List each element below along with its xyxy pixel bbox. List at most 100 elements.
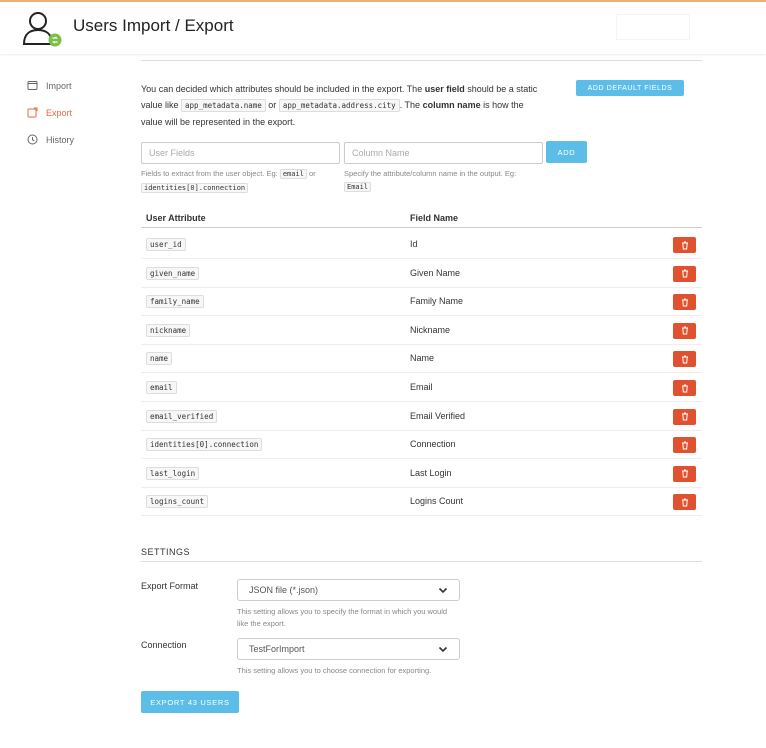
table-row: name Name [141,344,702,374]
connection-select[interactable]: TestForImport [237,638,460,660]
trash-icon [681,412,689,421]
settings-divider [141,561,702,562]
trash-icon [681,469,689,478]
field-name-text: Nickname [410,324,451,335]
chevron-down-icon [438,644,448,654]
field-name-text: Id [410,239,418,249]
trash-icon [681,269,689,278]
chevron-down-icon [438,585,448,595]
sidebar: Import Export History [26,72,74,153]
intro-bold-column-name: column name [422,100,481,110]
user-attribute-code: email_verified [146,409,218,423]
field-name-text: Name [410,353,435,364]
field-name-text: Last Login [410,467,452,478]
delete-field-button[interactable] [673,322,696,339]
sidebar-item-label: Import [46,80,72,91]
export-format-select[interactable]: JSON file (*.json) [237,579,460,601]
header-placeholder-box [616,14,690,40]
add-default-fields-button[interactable]: ADD DEFAULT FIELDS [576,80,684,96]
export-format-label: Export Format [141,581,199,591]
user-fields-help: Fields to extract from the user object. … [141,167,319,195]
export-icon [26,107,38,119]
user-attribute-code: user_id [146,238,186,251]
app-header: Users Import / Export [0,2,766,54]
help-text: Fields to extract from the user object. … [141,169,278,178]
column-header-field-name: Field Name [410,213,459,223]
table-row: given_name Given Name [141,259,702,288]
delete-field-button[interactable] [673,265,696,282]
field-name-text: Email Verified [410,410,466,421]
field-name-text: Connection [410,439,456,450]
column-name-input[interactable]: Column Name [344,142,543,164]
table-row: email Email [141,373,702,402]
connection-help: This setting allows you to choose connec… [237,666,432,675]
column-name-help: Specify the attribute/column name in the… [344,167,544,194]
field-name-text: Email [410,382,433,392]
table-row: user_id Id [141,230,702,259]
import-icon [26,80,38,92]
table-row: identities[0].connection Connection [141,430,702,460]
user-fields-input[interactable]: User Fields [141,142,340,164]
trash-icon [681,298,689,307]
intro-text: . The [399,100,423,110]
trash-icon [681,326,689,335]
intro-text: or [265,100,279,110]
fields-intro-text: You can decided which attributes should … [141,81,546,130]
intro-code: app_metadata.name [181,99,266,112]
user-attribute-code: email [146,381,177,394]
clock-icon [26,134,38,146]
user-attribute-code: identities[0].connection [146,438,263,452]
delete-field-button[interactable] [673,294,696,311]
trash-icon [681,384,689,393]
delete-field-button[interactable] [673,408,696,425]
delete-field-button[interactable] [673,237,696,253]
table-header-divider [141,227,702,228]
user-attribute-code: name [146,352,173,366]
intro-text: You can decided which attributes should … [141,84,425,94]
field-name-text: Family Name [410,296,464,307]
field-name-text: Given Name [410,267,461,278]
delete-field-button[interactable] [673,494,696,511]
user-attribute-code: logins_count [146,495,209,509]
help-text: or [306,169,316,178]
sidebar-item-import[interactable]: Import [26,72,74,99]
delete-field-button[interactable] [673,465,696,482]
delete-field-button[interactable] [673,380,696,396]
user-attribute-code: given_name [146,266,200,280]
table-row: nickname Nickname [141,316,702,345]
user-attribute-code: family_name [146,295,204,309]
fields-section-divider [141,60,702,61]
trash-icon [681,441,689,450]
connection-value: TestForImport [249,644,305,654]
export-format-help: This setting allows you to specify the f… [237,607,448,628]
intro-code: app_metadata.address.city [278,99,400,112]
table-row: email_verified Email Verified [141,402,702,431]
sidebar-item-history[interactable]: History [26,126,74,153]
page-title: Users Import / Export [73,16,234,35]
delete-field-button[interactable] [673,437,696,454]
help-text: Specify the attribute/column name in the… [344,169,517,178]
users-logo-icon [22,10,62,48]
table-row: family_name Family Name [141,287,702,317]
user-attribute-code: last_login [146,466,200,480]
trash-icon [681,241,689,250]
connection-label: Connection [141,640,187,650]
intro-bold-user-field: user field [424,84,465,94]
sidebar-item-label: History [46,134,75,145]
sidebar-item-label: Export [46,107,73,118]
trash-icon [681,498,689,507]
table-row: last_login Last Login [141,459,702,488]
trash-icon [681,355,689,364]
column-header-user-attribute: User Attribute [146,213,206,223]
help-code: identities[0].connection [141,183,249,193]
add-field-button[interactable]: ADD [546,141,587,163]
help-code: Email [344,182,372,192]
export-users-button[interactable]: EXPORT 43 USERS [141,691,239,713]
settings-title: SETTINGS [141,547,191,557]
field-name-text: Logins Count [410,496,464,507]
export-format-value: JSON file (*.json) [249,585,319,595]
sidebar-item-export[interactable]: Export [26,99,74,126]
table-row: logins_count Logins Count [141,487,702,517]
help-code: email [279,169,307,179]
delete-field-button[interactable] [673,351,696,368]
